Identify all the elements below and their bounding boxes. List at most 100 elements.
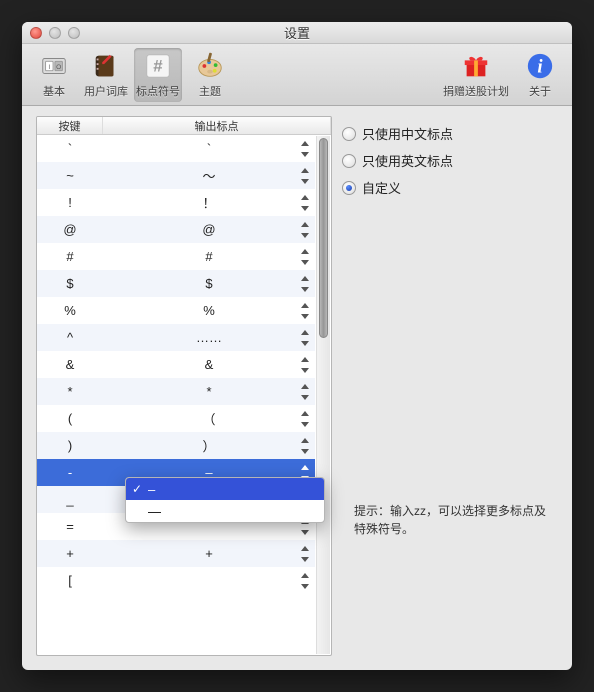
cell-key: $ [37,276,103,291]
cell-key: ( [37,411,103,426]
donate-button[interactable]: 捐赠送股计划 [440,48,512,102]
output-stepper[interactable] [299,382,312,402]
table-row[interactable]: `` [37,135,315,162]
popup-item[interactable]: ✓– [126,478,324,500]
check-icon: ✓ [132,482,142,496]
table-row[interactable]: !！ [37,189,315,216]
about-label: 关于 [529,83,551,99]
header-output[interactable]: 输出标点 [103,117,331,134]
popup-item[interactable]: — [126,500,324,522]
cell-key: = [37,519,103,534]
donate-label: 捐赠送股计划 [443,83,509,99]
hint-text: 提示：输入zz，可以选择更多标点及特殊符号。 [354,502,552,538]
cell-key: ` [37,141,103,156]
switch-icon: IO [38,50,70,82]
popup-item-label: – [148,482,155,497]
window-title: 设置 [22,23,572,42]
output-stepper[interactable] [299,139,312,159]
cell-key: ^ [37,330,103,345]
table-row[interactable]: )） [37,432,315,459]
radio-button[interactable] [342,181,356,195]
svg-text:#: # [153,57,163,76]
gift-icon [460,50,492,82]
cell-output: ` [103,141,315,156]
vertical-scrollbar[interactable] [316,136,330,654]
cell-output: ～ [103,166,315,185]
cell-output: ！ [103,193,315,212]
output-stepper[interactable] [299,220,312,240]
cell-key: [ [37,573,103,588]
output-stepper[interactable] [299,436,312,456]
output-stepper[interactable] [299,193,312,213]
table-row[interactable]: (（ [37,405,315,432]
cell-key: & [37,357,103,372]
notebook-icon [90,50,122,82]
cell-key: * [37,384,103,399]
cell-output: % [103,303,315,318]
table-row[interactable]: [ [37,567,315,594]
info-icon: i [524,50,556,82]
table-row[interactable]: $$ [37,270,315,297]
tab-basic[interactable]: IO 基本 [30,48,78,102]
tab-user-dict-label: 用户词库 [84,83,128,99]
output-stepper[interactable] [299,166,312,186]
cell-key: % [37,303,103,318]
output-stepper[interactable] [299,409,312,429]
radio-option[interactable]: 自定义 [342,178,558,197]
radio-button[interactable] [342,127,356,141]
table-row[interactable]: ## [37,243,315,270]
cell-output: …… [103,330,315,345]
cell-output: & [103,357,315,372]
table-row[interactable]: @@ [37,216,315,243]
popup-item-label: — [148,504,161,519]
tab-punctuation[interactable]: # 标点符号 [134,48,182,102]
table-header: 按键 输出标点 [37,117,331,135]
cell-key: _ [37,492,103,507]
table-row[interactable]: %% [37,297,315,324]
radio-option[interactable]: 只使用英文标点 [342,151,558,170]
output-stepper[interactable] [299,571,312,591]
content-area: 按键 输出标点 ``~～!！@@##$$%%^……&&**(（)）-–_=++[… [22,106,572,670]
table-row[interactable]: ++ [37,540,315,567]
cell-key: + [37,546,103,561]
cell-output: * [103,384,315,399]
radio-label: 自定义 [362,178,401,197]
tab-basic-label: 基本 [43,83,65,99]
radio-label: 只使用中文标点 [362,124,453,143]
toolbar: IO 基本 用户词库 # 标点符号 主题 捐赠送股计划 [22,44,572,106]
tab-user-dict[interactable]: 用户词库 [82,48,130,102]
cell-output: + [103,546,315,561]
header-key[interactable]: 按键 [37,117,103,134]
output-stepper[interactable] [299,274,312,294]
radio-button[interactable] [342,154,356,168]
radio-option[interactable]: 只使用中文标点 [342,124,558,143]
cell-output: # [103,249,315,264]
table-row[interactable]: ** [37,378,315,405]
hash-icon: # [142,50,174,82]
cell-key: ~ [37,168,103,183]
tab-theme[interactable]: 主题 [186,48,234,102]
table-row[interactable]: && [37,351,315,378]
output-stepper[interactable] [299,355,312,375]
cell-key: # [37,249,103,264]
settings-window: 设置 IO 基本 用户词库 # 标点符号 主题 [22,22,572,670]
about-button[interactable]: i 关于 [516,48,564,102]
radio-label: 只使用英文标点 [362,151,453,170]
cell-output: （ [103,409,315,428]
side-panel: 只使用中文标点只使用英文标点自定义 [342,116,558,656]
mode-radio-group: 只使用中文标点只使用英文标点自定义 [342,124,558,197]
svg-text:I: I [48,64,50,71]
cell-output: ） [103,436,315,455]
svg-text:i: i [537,57,543,78]
output-stepper[interactable] [299,328,312,348]
cell-key: @ [37,222,103,237]
titlebar: 设置 [22,22,572,44]
table-row[interactable]: ^…… [37,324,315,351]
output-stepper[interactable] [299,544,312,564]
table-row[interactable]: ~～ [37,162,315,189]
punctuation-table: 按键 输出标点 ``~～!！@@##$$%%^……&&**(（)）-–_=++[ [36,116,332,656]
output-stepper[interactable] [299,301,312,321]
scrollbar-thumb[interactable] [319,138,328,338]
output-stepper[interactable] [299,247,312,267]
cell-key: ! [37,195,103,210]
